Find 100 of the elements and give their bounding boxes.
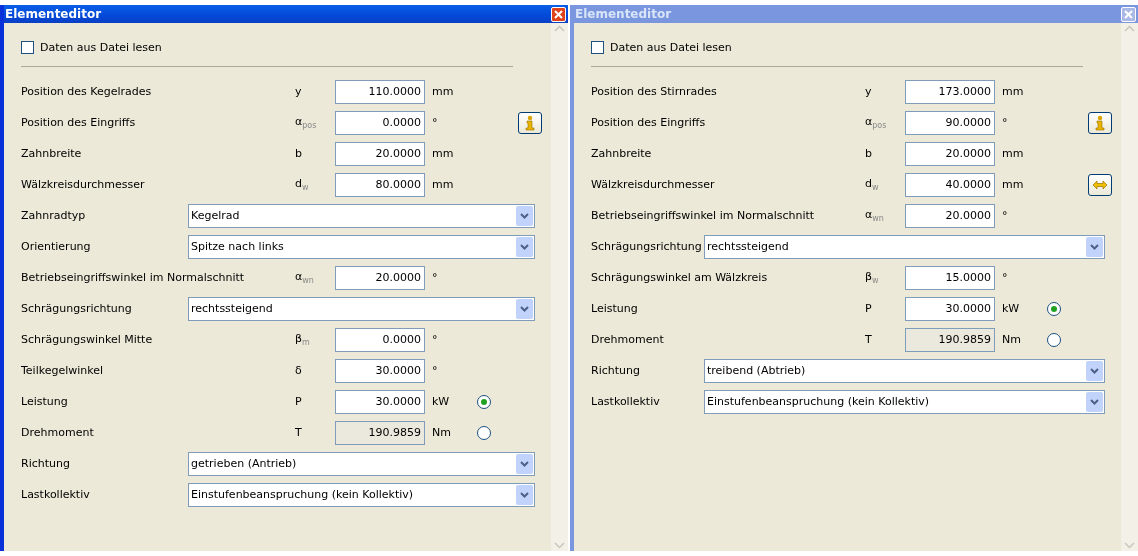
number-field[interactable]: 0.0000	[335, 327, 425, 352]
checkbox[interactable]	[591, 40, 604, 54]
dropdown[interactable]: Einstufenbeanspruchung (kein Kollektiv)	[704, 389, 1105, 414]
symbol-label: y	[295, 85, 303, 98]
unit-label: mm	[431, 178, 455, 191]
number-field[interactable]: 0.0000	[335, 110, 425, 135]
dropdown[interactable]: Einstufenbeanspruchung (kein Kollektiv)	[188, 482, 535, 507]
radio-button[interactable]	[1047, 332, 1061, 347]
checkbox-label: Daten aus Datei lesen	[610, 40, 732, 54]
field-label: Position des Eingriffs	[591, 116, 707, 129]
unit-label: mm	[1001, 147, 1025, 160]
unit-label: °	[431, 271, 439, 284]
dropdown[interactable]: rechtssteigend	[188, 296, 535, 321]
field-label: Position des Kegelrades	[21, 85, 153, 98]
number-field[interactable]: 80.0000	[335, 172, 425, 197]
number-field[interactable]: 20.0000	[335, 265, 425, 290]
radio-button[interactable]	[1047, 301, 1061, 316]
symbol-label: y	[865, 85, 873, 98]
symbol-label: α$_{wn}$	[865, 207, 885, 224]
field-label: Betriebseingriffswinkel im Normalschnitt	[591, 209, 816, 222]
field-label: Wälzkreisdurchmesser	[21, 178, 146, 191]
field-label: Zahnradtyp	[21, 209, 87, 222]
unit-label: mm	[1001, 85, 1025, 98]
symbol-label: α$_{pos}$	[865, 114, 888, 131]
unit-label: Nm	[431, 426, 452, 439]
number-field[interactable]: 30.0000	[335, 358, 425, 383]
field-label: Lastkollektiv	[21, 488, 91, 501]
number-field[interactable]: 15.0000	[905, 265, 995, 290]
symbol-label: δ	[295, 364, 303, 377]
unit-label: kW	[431, 395, 451, 408]
field-label: Lastkollektiv	[591, 395, 661, 408]
unit-label: °	[431, 116, 439, 129]
radio-button[interactable]	[477, 425, 491, 440]
unit-label: mm	[1001, 178, 1025, 191]
close-icon	[554, 9, 563, 19]
symbol-label: T	[865, 333, 873, 346]
unit-label: Nm	[1001, 333, 1022, 346]
number-field[interactable]: 110.0000	[335, 79, 425, 104]
number-field[interactable]: 30.0000	[905, 296, 995, 321]
field-label: Schrägungsrichtung	[21, 302, 133, 315]
dropdown[interactable]: getrieben (Antrieb)	[188, 451, 535, 476]
number-field[interactable]: 20.0000	[335, 141, 425, 166]
symbol-label: α$_{wn}$	[295, 269, 315, 286]
field-label: Wälzkreisdurchmesser	[591, 178, 716, 191]
dropdown[interactable]: rechtssteigend	[704, 234, 1105, 259]
number-field[interactable]: 190.9859	[905, 327, 995, 352]
double-arrow-icon	[1092, 179, 1108, 190]
field-label: Schrägungswinkel am Wälzkreis	[591, 271, 769, 284]
close-button[interactable]	[551, 6, 566, 22]
symbol-label: α$_{pos}$	[295, 114, 318, 131]
unit-label: °	[1001, 271, 1009, 284]
symbol-label: b	[295, 147, 303, 160]
unit-label: °	[431, 333, 439, 346]
number-field[interactable]: 90.0000	[905, 110, 995, 135]
dropdown[interactable]: Spitze nach links	[188, 234, 535, 259]
close-button[interactable]	[1121, 6, 1136, 22]
symbol-label: b	[865, 147, 873, 160]
field-label: Schrägungswinkel Mitte	[21, 333, 154, 346]
window-title: Elementeditor	[575, 7, 672, 21]
symbol-label: d$_{w}$	[295, 176, 310, 193]
field-label: Position des Stirnrades	[591, 85, 718, 98]
dropdown[interactable]: treibend (Abtrieb)	[704, 358, 1105, 383]
unit-label: mm	[431, 147, 455, 160]
field-label: Zahnbreite	[591, 147, 653, 160]
swap-button[interactable]	[1088, 173, 1112, 196]
number-field[interactable]: 173.0000	[905, 79, 995, 104]
radio-button[interactable]	[477, 394, 491, 409]
info-icon	[524, 114, 536, 131]
symbol-label: β$_{w}$	[865, 269, 880, 286]
field-label: Betriebseingriffswinkel im Normalschnitt	[21, 271, 246, 284]
number-field[interactable]: 20.0000	[905, 203, 995, 228]
symbol-label: β$_{m}$	[295, 331, 311, 348]
info-icon	[1094, 114, 1106, 131]
field-label: Zahnbreite	[21, 147, 83, 160]
unit-label: °	[431, 364, 439, 377]
field-label: Drehmoment	[21, 426, 95, 439]
field-label: Teilkegelwinkel	[21, 364, 105, 377]
unit-label: °	[1001, 116, 1009, 129]
unit-label: mm	[431, 85, 455, 98]
number-field[interactable]: 30.0000	[335, 389, 425, 414]
symbol-label: P	[295, 395, 303, 408]
field-label: Orientierung	[21, 240, 92, 253]
symbol-label: T	[295, 426, 303, 439]
dropdown[interactable]: Kegelrad	[188, 203, 535, 228]
field-label: Richtung	[21, 457, 71, 470]
checkbox-label: Daten aus Datei lesen	[40, 40, 162, 54]
field-label: Leistung	[21, 395, 69, 408]
number-field[interactable]: 40.0000	[905, 172, 995, 197]
symbol-label: d$_{w}$	[865, 176, 880, 193]
number-field[interactable]: 20.0000	[905, 141, 995, 166]
unit-label: °	[1001, 209, 1009, 222]
unit-label: kW	[1001, 302, 1021, 315]
symbol-label: P	[865, 302, 873, 315]
close-icon	[1124, 9, 1133, 19]
info-button[interactable]	[1088, 111, 1112, 134]
number-field[interactable]: 190.9859	[335, 420, 425, 445]
window-title: Elementeditor	[5, 7, 102, 21]
field-label: Drehmoment	[591, 333, 665, 346]
checkbox[interactable]	[21, 40, 34, 54]
info-button[interactable]	[518, 111, 542, 134]
